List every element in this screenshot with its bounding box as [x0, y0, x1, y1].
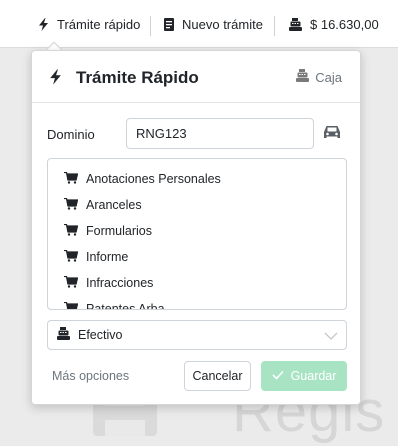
bolt-icon — [49, 69, 62, 90]
cash-register-icon — [289, 17, 302, 31]
save-button-label: Guardar — [290, 369, 337, 383]
cart-icon — [64, 223, 79, 239]
list-item[interactable]: Informe — [48, 244, 346, 270]
nav-divider — [274, 16, 275, 36]
cancel-button[interactable]: Cancelar — [184, 361, 251, 391]
list-item[interactable]: Anotaciones Personales — [48, 166, 346, 192]
car-icon[interactable] — [323, 125, 341, 145]
nav-divider — [150, 16, 151, 36]
list-item[interactable]: Patentes Arba — [48, 296, 346, 310]
list-item-label: Patentes Arba — [86, 302, 165, 310]
bolt-icon — [38, 17, 49, 31]
cash-register-icon — [296, 69, 310, 85]
payment-method-value: Efectivo — [78, 328, 123, 342]
more-options-link[interactable]: Más opciones — [52, 369, 129, 383]
dominio-input[interactable] — [126, 118, 314, 149]
cart-icon — [64, 301, 79, 309]
caja-label: Caja — [315, 69, 342, 85]
payment-method-select[interactable]: Efectivo — [47, 320, 347, 350]
panel-title: Trámite Rápido — [76, 68, 199, 87]
nav-caja-balance[interactable]: $ 16.630,00 — [289, 0, 379, 48]
list-item-label: Anotaciones Personales — [86, 172, 221, 186]
cash-register-icon — [57, 327, 70, 343]
list-item-label: Aranceles — [86, 198, 142, 212]
caja-link[interactable]: Caja — [296, 69, 342, 85]
list-item-label: Formularios — [86, 224, 152, 238]
cart-icon — [64, 249, 79, 265]
chevron-down-icon — [324, 330, 338, 344]
list-item-label: Informe — [86, 250, 129, 264]
nav-caja-balance-label: $ 16.630,00 — [310, 16, 379, 32]
dominio-label: Dominio — [47, 127, 95, 142]
cart-icon — [64, 197, 79, 213]
cart-icon — [64, 171, 79, 187]
tramite-type-list[interactable]: Anotaciones Personales Aranceles Formula… — [47, 158, 347, 310]
nav-nuevo-tramite-label: Nuevo trámite — [182, 16, 263, 32]
quick-tramite-panel: Trámite Rápido Caja Dominio Anotaciones … — [31, 50, 361, 405]
nav-tramite-rapido-label: Trámite rápido — [57, 16, 141, 32]
cart-icon — [64, 275, 79, 291]
nav-nuevo-tramite[interactable]: Nuevo trámite — [164, 0, 263, 48]
list-item[interactable]: Infracciones — [48, 270, 346, 296]
list-item-label: Infracciones — [86, 276, 154, 290]
list-item[interactable]: Aranceles — [48, 192, 346, 218]
save-button[interactable]: Guardar — [261, 361, 347, 391]
list-item[interactable]: Formularios — [48, 218, 346, 244]
document-icon — [164, 17, 174, 31]
panel-header: Trámite Rápido Caja — [32, 51, 360, 103]
check-icon — [271, 369, 284, 383]
top-nav-bar: Trámite rápido Nuevo trámite $ 16.630,00 — [0, 0, 398, 48]
